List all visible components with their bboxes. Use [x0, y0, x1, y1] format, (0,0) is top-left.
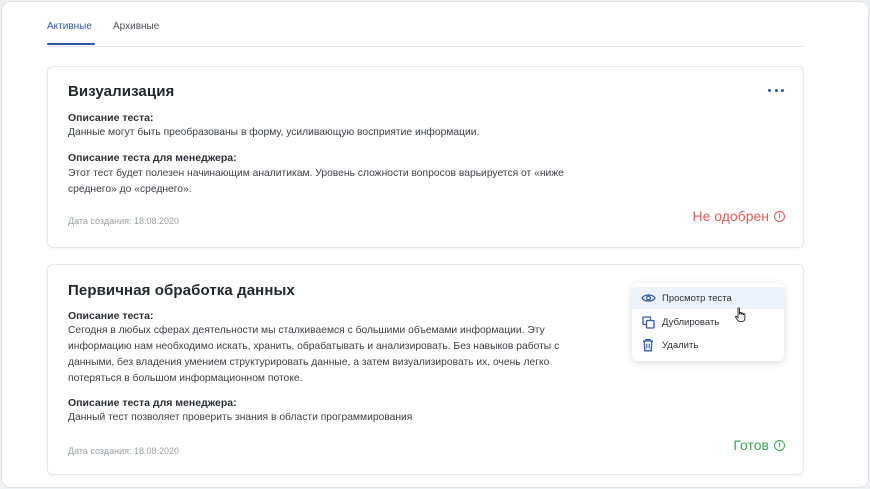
- manager-description-label: Описание теста для менеджера:: [68, 397, 237, 409]
- manager-description-text: Этот тест будет полезен начинающим анали…: [68, 168, 564, 195]
- description-label: Описание теста:: [68, 310, 154, 322]
- menu-item-label: Удалить: [662, 339, 699, 351]
- dot-icon: [768, 88, 771, 92]
- test-card: Визуализация Описание теста: Данные могу…: [47, 66, 804, 248]
- dot-icon: [781, 88, 784, 92]
- description-text: Сегодня в любых сферах деятельности мы с…: [68, 325, 560, 384]
- menu-item-label: Дублировать: [662, 316, 720, 328]
- duplicate-icon: [640, 314, 656, 330]
- trash-icon: [640, 337, 656, 353]
- creation-date: Дата создания: 18.08.2020: [68, 216, 180, 226]
- description-label: Описание теста:: [68, 112, 154, 124]
- manager-description-label: Описание теста для менеджера:: [68, 152, 237, 164]
- dot-icon: [774, 88, 778, 92]
- test-title: Первичная обработка данных: [68, 282, 295, 299]
- eye-icon: [640, 290, 656, 306]
- tab-active[interactable]: Активные: [47, 21, 92, 32]
- info-icon[interactable]: i: [774, 439, 785, 451]
- test-card: Первичная обработка данных Описание тест…: [47, 264, 804, 475]
- status-text: Готов: [733, 437, 769, 453]
- more-options-button[interactable]: [768, 85, 784, 95]
- manager-description-text: Данный тест позволяет проверить знания в…: [68, 412, 413, 423]
- info-icon[interactable]: i: [774, 210, 785, 222]
- tab-archived[interactable]: Архивные: [113, 21, 159, 32]
- active-tab-underline: [47, 43, 95, 45]
- status-badge: Не одобрен i: [692, 208, 785, 224]
- delete-menu-item[interactable]: Удалить: [632, 334, 784, 356]
- menu-item-label: Просмотр теста: [662, 292, 732, 304]
- tab-bar: Активные Архивные: [46, 2, 803, 47]
- view-test-menu-item[interactable]: Просмотр теста: [632, 287, 784, 323]
- test-title: Визуализация: [68, 83, 175, 100]
- creation-date: Дата создания: 18.08.2020: [68, 446, 180, 456]
- status-badge: Готов i: [733, 437, 785, 453]
- duplicate-menu-item[interactable]: Дублировать: [632, 311, 784, 333]
- app-window: Активные Архивные Визуализация Описание …: [1, 1, 869, 488]
- context-menu: Просмотр теста Дублировать Удалить: [632, 283, 784, 361]
- description-text: Данные могут быть преобразованы в форму,…: [68, 127, 480, 138]
- status-text: Не одобрен: [692, 208, 769, 224]
